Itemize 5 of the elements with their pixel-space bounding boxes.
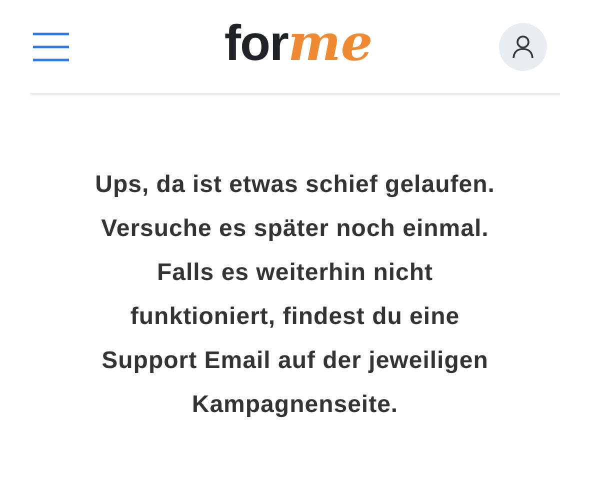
error-message: Ups, da ist etwas schief gelaufen. Versuche es später noch einmal. Falls es weiterhin nicht funktioniert, findest du eine Support Email auf der jeweiligen Kampagnenseite. bbox=[94, 170, 496, 420]
logo: forme bbox=[224, 18, 373, 74]
account-button[interactable] bbox=[499, 22, 547, 70]
user-icon bbox=[512, 34, 534, 58]
menu-icon[interactable] bbox=[32, 32, 70, 62]
